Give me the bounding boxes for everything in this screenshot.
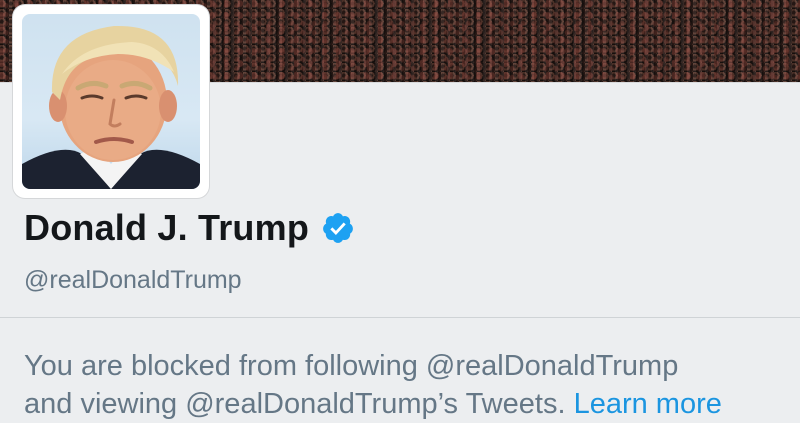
profile-screen: Donald J. Trump @realDonaldTrump You are… <box>0 0 800 423</box>
profile-name-row: Donald J. Trump <box>24 207 355 249</box>
avatar[interactable] <box>22 14 200 189</box>
profile-handle: @realDonaldTrump <box>24 266 242 294</box>
learn-more-link[interactable]: Learn more <box>574 388 722 420</box>
blocked-notice: You are blocked from following @realDona… <box>24 347 794 423</box>
divider <box>0 317 800 318</box>
blocked-notice-line2: and viewing @realDonaldTrump’s Tweets. <box>24 388 566 420</box>
display-name: Donald J. Trump <box>24 207 310 248</box>
verified-badge-icon <box>323 213 353 243</box>
profile-photo-icon <box>22 25 200 189</box>
avatar-frame <box>13 5 209 198</box>
blocked-notice-line1: You are blocked from following @realDona… <box>24 350 679 382</box>
